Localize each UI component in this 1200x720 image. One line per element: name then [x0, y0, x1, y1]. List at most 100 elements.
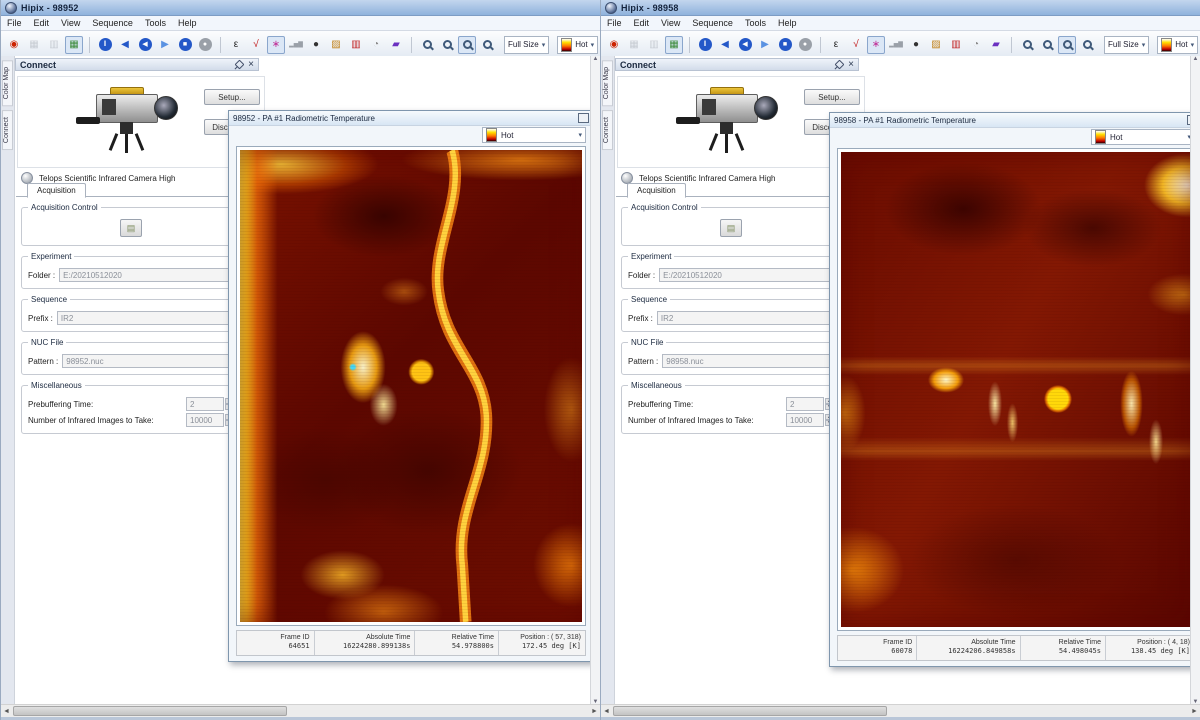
folder-field[interactable]: E:/20210512020: [659, 268, 834, 282]
histogram-icon[interactable]: ▂▅▇: [887, 36, 905, 54]
zoom-in-icon[interactable]: [1018, 36, 1036, 54]
size-combo[interactable]: Full Size ▾: [504, 36, 549, 54]
horizontal-scrollbar[interactable]: ◄ ►: [1, 704, 600, 717]
tab-acquisition[interactable]: Acquisition: [627, 183, 686, 198]
step-back-icon[interactable]: ◀: [116, 36, 134, 54]
menu-item-file[interactable]: File: [607, 18, 622, 28]
num-images-field[interactable]: 10000: [186, 413, 224, 427]
viewer-titlebar[interactable]: 98958 - PA #1 Radiometric Temperature: [830, 113, 1200, 128]
menu-item-help[interactable]: Help: [778, 18, 797, 28]
live-view-icon[interactable]: ▦: [665, 36, 683, 54]
close-icon[interactable]: ×: [248, 60, 254, 70]
emissivity-icon[interactable]: ε: [827, 36, 845, 54]
record-icon[interactable]: ●: [196, 36, 214, 54]
power-icon[interactable]: ◉: [605, 36, 623, 54]
viewer-palette-combo[interactable]: Hot ▾: [1091, 129, 1195, 145]
zoom-1to1-icon[interactable]: [1078, 36, 1096, 54]
pie-icon[interactable]: ◔: [967, 36, 985, 54]
side-tab-connect[interactable]: Connect: [602, 110, 613, 150]
record-icon[interactable]: ●: [796, 36, 814, 54]
zoom-out-icon[interactable]: [1038, 36, 1056, 54]
prefix-field[interactable]: IR2: [57, 311, 234, 325]
radiometric-viewer-window[interactable]: 98958 - PA #1 Radiometric Temperature Ho…: [829, 112, 1200, 667]
zoom-1to1-icon[interactable]: [478, 36, 496, 54]
palette-icon[interactable]: ▨: [927, 36, 945, 54]
power-icon[interactable]: ◉: [5, 36, 23, 54]
scroll-right-icon[interactable]: ►: [1189, 705, 1200, 717]
sphere-3d-icon[interactable]: ●: [907, 36, 925, 54]
colorbars-icon[interactable]: ▥: [947, 36, 965, 54]
step-forward-icon[interactable]: ▶: [156, 36, 174, 54]
live-view-icon[interactable]: ▦: [65, 36, 83, 54]
close-icon[interactable]: ×: [848, 60, 854, 70]
stop-icon[interactable]: ■: [176, 36, 194, 54]
num-images-field[interactable]: 10000: [786, 413, 824, 427]
menu-item-sequence[interactable]: Sequence: [692, 18, 733, 28]
pattern-field[interactable]: 98958.nuc: [662, 354, 834, 368]
menu-item-help[interactable]: Help: [178, 18, 197, 28]
connect-panel-header[interactable]: Connect ×: [15, 58, 259, 71]
titlebar[interactable]: Hipix - 98958: [601, 0, 1200, 16]
menu-item-edit[interactable]: Edit: [34, 18, 50, 28]
histogram-icon[interactable]: ▂▅▇: [287, 36, 305, 54]
prebuffering-time-field[interactable]: 2: [186, 397, 224, 411]
step-forward-icon[interactable]: ▶: [756, 36, 774, 54]
restore-icon[interactable]: [578, 113, 589, 123]
thermal-image[interactable]: [240, 150, 582, 622]
acquisition-control-button[interactable]: ▤: [720, 219, 742, 237]
viewer-palette-combo[interactable]: Hot ▾: [482, 127, 586, 143]
palette-combo[interactable]: Hot ▾: [557, 36, 598, 54]
palette-combo[interactable]: Hot ▾: [1157, 36, 1198, 54]
scroll-right-icon[interactable]: ►: [589, 705, 600, 717]
connect-panel-header[interactable]: Connect ×: [615, 58, 859, 71]
size-combo[interactable]: Full Size ▾: [1104, 36, 1149, 54]
prefix-field[interactable]: IR2: [657, 311, 834, 325]
vertical-scrollbar[interactable]: ▲ ▼: [1190, 56, 1200, 705]
zoom-out-icon[interactable]: [438, 36, 456, 54]
vertical-scrollbar[interactable]: ▲ ▼: [590, 56, 600, 705]
folder-field[interactable]: E:/20210512020: [59, 268, 234, 282]
emissivity-icon[interactable]: ε: [227, 36, 245, 54]
sphere-3d-icon[interactable]: ●: [307, 36, 325, 54]
pause-icon[interactable]: ‖: [696, 36, 714, 54]
play-reverse-icon[interactable]: ◀: [736, 36, 754, 54]
thermal-image[interactable]: [841, 152, 1191, 627]
menu-item-tools[interactable]: Tools: [145, 18, 166, 28]
calibration-check-icon[interactable]: √: [847, 36, 865, 54]
side-tab-connect[interactable]: Connect: [2, 110, 13, 150]
tab-acquisition[interactable]: Acquisition: [27, 183, 86, 198]
pause-icon[interactable]: ‖: [96, 36, 114, 54]
play-reverse-icon[interactable]: ◀: [136, 36, 154, 54]
side-tab-color-map[interactable]: Color Map: [602, 60, 613, 106]
prebuffering-time-field[interactable]: 2: [786, 397, 824, 411]
colorbars-icon[interactable]: ▥: [347, 36, 365, 54]
setup-button[interactable]: Setup...: [804, 89, 860, 105]
zoom-fit-icon[interactable]: [1058, 36, 1076, 54]
colormap-icon[interactable]: ▰: [387, 36, 405, 54]
scroll-left-icon[interactable]: ◄: [601, 705, 612, 717]
menu-item-edit[interactable]: Edit: [634, 18, 650, 28]
menu-item-sequence[interactable]: Sequence: [92, 18, 133, 28]
menu-item-file[interactable]: File: [7, 18, 22, 28]
zoom-fit-icon[interactable]: [458, 36, 476, 54]
viewer-titlebar[interactable]: 98952 - PA #1 Radiometric Temperature: [229, 111, 593, 126]
pin-icon[interactable]: [835, 60, 845, 70]
step-back-icon[interactable]: ◀: [716, 36, 734, 54]
side-tab-color-map[interactable]: Color Map: [2, 60, 13, 106]
scatter-plot-icon[interactable]: ∗: [867, 36, 885, 54]
setup-button[interactable]: Setup...: [204, 89, 260, 105]
pattern-field[interactable]: 98952.nuc: [62, 354, 234, 368]
pie-icon[interactable]: ◔: [367, 36, 385, 54]
titlebar[interactable]: Hipix - 98952: [1, 0, 600, 16]
scroll-up-icon[interactable]: ▲: [1193, 56, 1199, 62]
scroll-up-icon[interactable]: ▲: [593, 56, 599, 62]
menu-item-view[interactable]: View: [61, 18, 80, 28]
menu-item-tools[interactable]: Tools: [745, 18, 766, 28]
zoom-in-icon[interactable]: [418, 36, 436, 54]
menu-item-view[interactable]: View: [661, 18, 680, 28]
stop-icon[interactable]: ■: [776, 36, 794, 54]
scatter-plot-icon[interactable]: ∗: [267, 36, 285, 54]
scrollbar-thumb[interactable]: [613, 706, 887, 716]
pin-icon[interactable]: [235, 60, 245, 70]
horizontal-scrollbar[interactable]: ◄ ►: [601, 704, 1200, 717]
